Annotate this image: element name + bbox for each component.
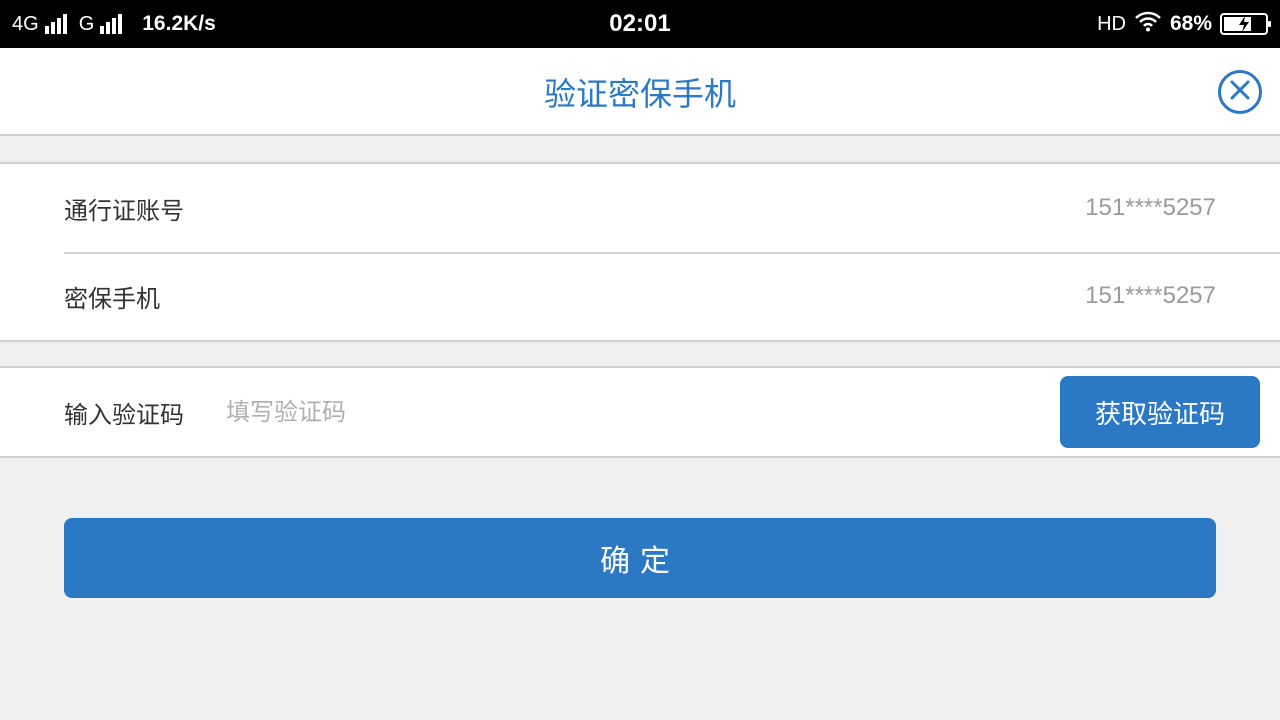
- account-info-panel: 通行证账号 151****5257 密保手机 151****5257: [0, 162, 1280, 342]
- status-left: 4G G 16.2K/s: [12, 0, 216, 48]
- account-value: 151****5257: [1085, 194, 1216, 221]
- verification-code-label: 输入验证码: [64, 400, 184, 429]
- close-button[interactable]: [1218, 70, 1262, 114]
- get-code-button[interactable]: 获取验证码: [1060, 376, 1260, 448]
- header: 验证密保手机: [0, 48, 1280, 136]
- battery-icon: [1220, 13, 1271, 35]
- signal-icon: [44, 14, 67, 34]
- account-row: 通行证账号 151****5257: [0, 164, 1280, 252]
- security-phone-value: 151****5257: [1085, 282, 1216, 309]
- status-right: HD 68%: [1097, 0, 1271, 48]
- network-type-g: G: [78, 12, 95, 35]
- verification-panel: 输入验证码 获取验证码: [0, 366, 1280, 458]
- wifi-icon: [1134, 10, 1162, 38]
- account-label: 通行证账号: [64, 196, 184, 225]
- network-speed: 16.2K/s: [142, 12, 216, 35]
- signal-icon: [100, 14, 123, 34]
- network-type-4g: 4G: [12, 12, 39, 35]
- confirm-button[interactable]: 确定: [64, 518, 1216, 598]
- security-phone-row: 密保手机 151****5257: [0, 252, 1280, 340]
- hd-badge: HD: [1097, 12, 1126, 35]
- security-phone-label: 密保手机: [64, 284, 160, 313]
- page-title: 验证密保手机: [543, 75, 736, 113]
- battery-percentage: 68%: [1169, 12, 1212, 35]
- close-icon: [1229, 79, 1251, 105]
- status-bar: 4G G 16.2K/s 02:01 HD 68%: [0, 0, 1280, 48]
- verification-code-input[interactable]: [224, 387, 824, 437]
